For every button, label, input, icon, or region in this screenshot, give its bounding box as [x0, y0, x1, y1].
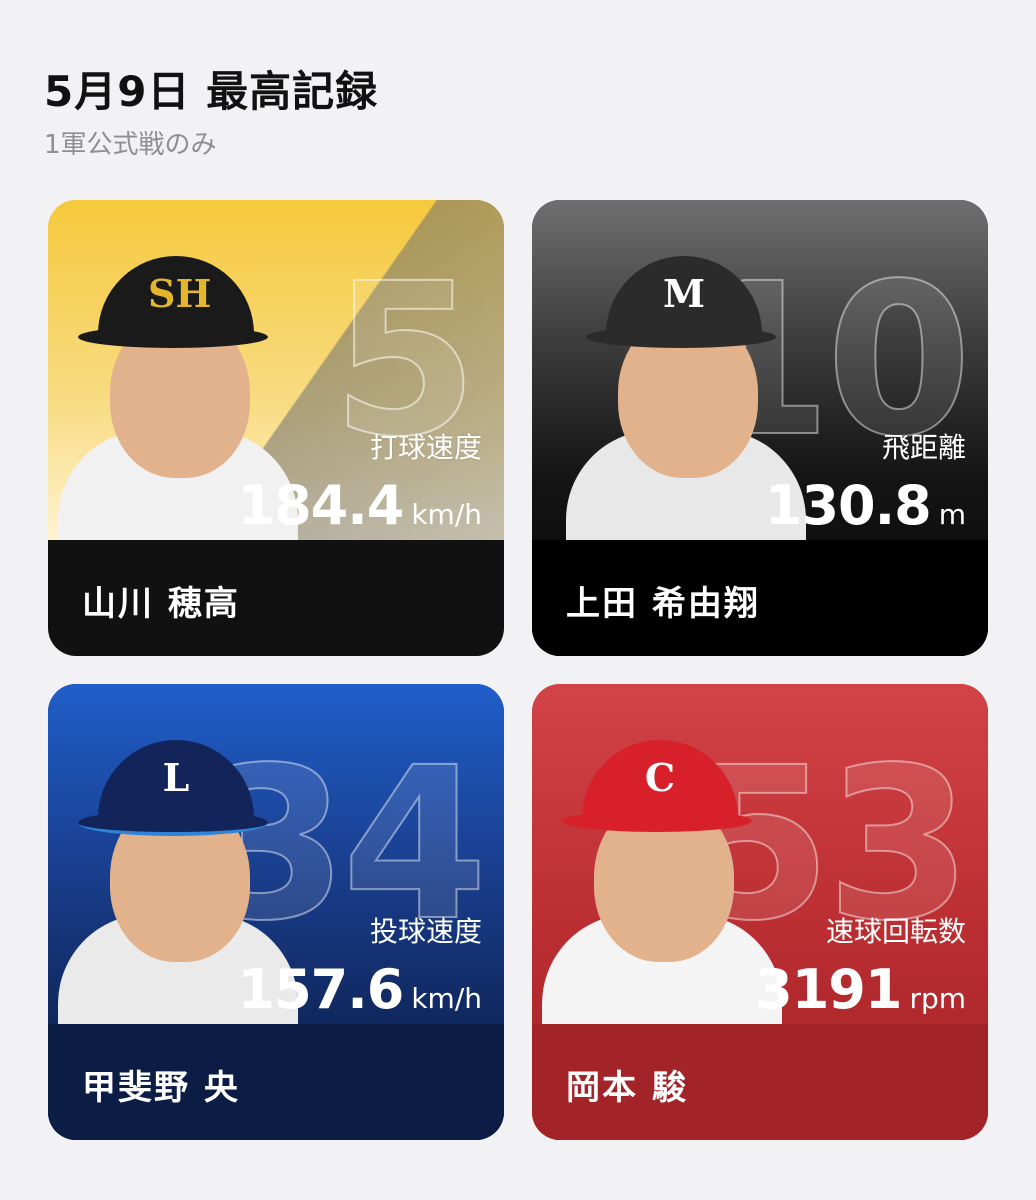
team-logo-icon: L — [162, 755, 190, 800]
metric-unit: m — [938, 498, 966, 531]
team-logo-icon: C — [644, 755, 676, 800]
player-name: 甲斐野 央 — [82, 1068, 240, 1108]
metric-value-row: 130.8 m — [765, 474, 966, 537]
page-title: 5月9日 最高記録 — [44, 67, 379, 116]
page-subtitle: 1軍公式戦のみ — [44, 130, 217, 160]
player-name: 岡本 駿 — [566, 1068, 688, 1108]
record-card-spin-rate[interactable]: 53 C 速球回転数 3191 rpm 岡本 駿 — [532, 684, 988, 1140]
player-name-bar: 甲斐野 央 — [48, 1024, 504, 1140]
player-name-bar: 岡本 駿 — [532, 1024, 988, 1140]
team-logo-icon: SH — [148, 271, 212, 316]
record-card-distance[interactable]: 10 M 飛距離 130.8 m 上田 希由翔 — [532, 200, 988, 656]
metric-unit: km/h — [411, 982, 482, 1015]
metric-value: 184.4 — [237, 474, 405, 537]
metric-unit: km/h — [411, 498, 482, 531]
record-card-batted-ball-speed[interactable]: 5 SH 打球速度 184.4 km/h 山川 穂高 — [48, 200, 504, 656]
player-name-bar: 山川 穂高 — [48, 540, 504, 656]
metric-label: 速球回転数 — [825, 915, 966, 948]
player-name: 山川 穂高 — [82, 584, 240, 624]
metric-unit: rpm — [909, 982, 966, 1015]
metric-value: 157.6 — [237, 958, 405, 1021]
player-name-bar: 上田 希由翔 — [532, 540, 988, 656]
metric-value: 3191 — [755, 958, 902, 1021]
metric-value-row: 157.6 km/h — [238, 958, 482, 1021]
metric-label: 飛距離 — [881, 431, 966, 464]
metric-label: 投球速度 — [369, 915, 482, 948]
metric-label: 打球速度 — [369, 431, 482, 464]
player-name: 上田 希由翔 — [566, 584, 760, 624]
metric-value: 130.8 — [764, 474, 932, 537]
record-card-pitch-speed[interactable]: 34 L 投球速度 157.6 km/h 甲斐野 央 — [48, 684, 504, 1140]
player-photo: C — [532, 740, 782, 1024]
team-logo-icon: M — [662, 271, 706, 316]
metric-value-row: 184.4 km/h — [238, 474, 482, 537]
metric-value-row: 3191 rpm — [755, 958, 966, 1021]
